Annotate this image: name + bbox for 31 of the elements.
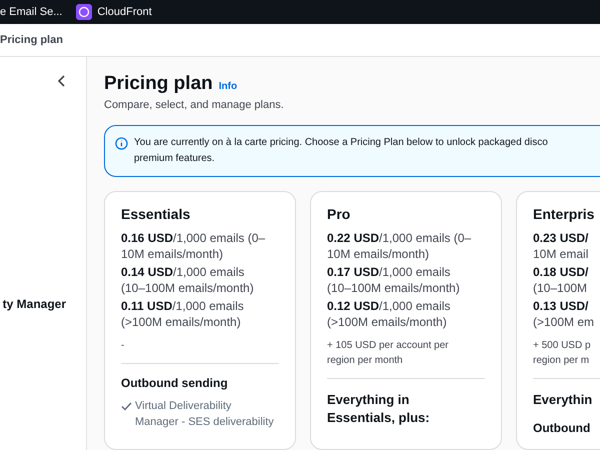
breadcrumb-link[interactable]: Pricing plan [0, 34, 63, 46]
price-text: 0.18 USD/ (10–100M [533, 264, 590, 296]
price-note: + 105 USD per account per region per month [327, 338, 485, 379]
price-note: + 500 USD p region per m [533, 338, 600, 379]
browser-tab[interactable]: CloudFront [76, 4, 152, 20]
price-text: 0.17 USD/1,000 emails (10–100M emails/month) [327, 264, 461, 296]
plan-title: Enterpris [533, 206, 596, 222]
price-note: - [121, 338, 279, 364]
plan-heading: Everythin [533, 391, 594, 409]
sidebar-item[interactable]: ty Manager [2, 297, 66, 311]
price-text: 0.22 USD/1,000 emails (0– 10M emails/month) [327, 230, 472, 262]
plan-heading: Everything in Essentials, plus: [327, 391, 431, 427]
collapse-icon[interactable] [58, 75, 66, 87]
page-subtitle: Compare, select, and manage plans. [104, 99, 285, 111]
alert-text: You are currently on à la carte pricing. Choose a Pricing Plan below to unlock packaged disco premium features. [134, 136, 548, 166]
info-link[interactable]: Info [218, 81, 238, 92]
section-heading: Outbound [533, 421, 592, 435]
section-heading: Outbound sending [121, 376, 229, 390]
price-text: 0.13 USD/ (>100M em [533, 298, 596, 330]
plan-title: Essentials [121, 206, 192, 222]
browser-tab[interactable]: e Email Se... [0, 6, 62, 18]
info-icon [115, 137, 128, 150]
page-title: Pricing plan [104, 73, 213, 95]
price-text: 0.11 USD/1,000 emails (>100M emails/month) [121, 298, 245, 330]
price-text: 0.14 USD/1,000 emails (10–100M emails/month) [121, 264, 255, 296]
feature-text: Virtual Deliverability Manager - SES deliverability [135, 399, 274, 430]
price-text: 0.16 USD/1,000 emails (0– 10M emails/month) [121, 230, 266, 262]
price-text: 0.12 USD/1,000 emails (>100M emails/month) [327, 298, 452, 330]
check-icon [121, 402, 132, 411]
price-text: 0.23 USD/ 10M email [533, 230, 590, 262]
plan-title: Pro [327, 206, 352, 222]
